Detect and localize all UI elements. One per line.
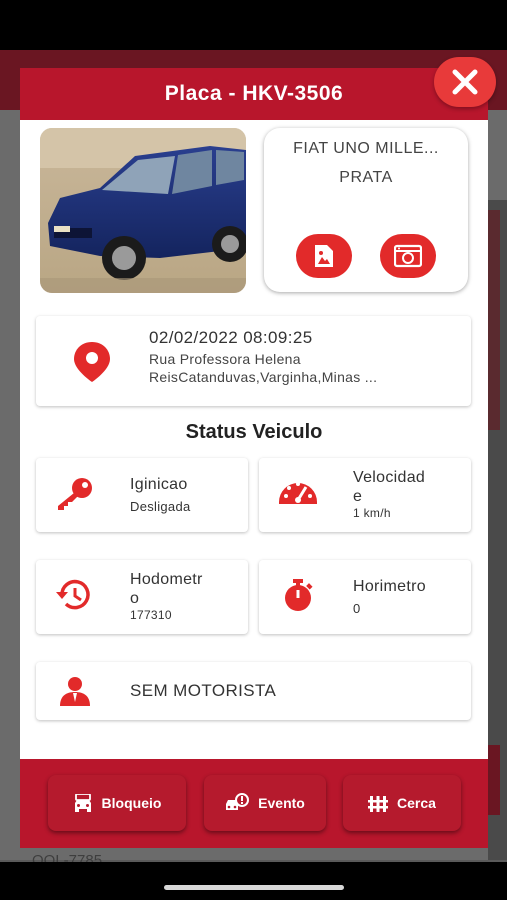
modal-title: Placa - HKV-3506 — [164, 82, 344, 105]
vehicle-info-card: FIAT UNO MILLE... PRATA — [264, 128, 468, 292]
status-title: Status Veiculo — [185, 421, 323, 443]
ignition-label: Iginicao — [130, 476, 188, 493]
odometer-value: 177310 — [130, 608, 172, 622]
driver-card[interactable]: SEM MOTORISTA — [36, 662, 471, 720]
fence-label: Cerca — [397, 795, 436, 811]
fence-button[interactable]: Cerca — [343, 775, 461, 831]
speed-card[interactable]: Velocidad e 1 km/h — [259, 458, 471, 532]
driver-icon — [60, 677, 90, 706]
driver-label: SEM MOTORISTA — [130, 681, 277, 700]
home-indicator[interactable] — [164, 885, 344, 890]
car-event-icon — [226, 793, 250, 810]
history-icon — [56, 579, 90, 610]
status-bar — [0, 0, 507, 50]
close-icon — [452, 69, 478, 95]
stopwatch-icon — [285, 579, 313, 611]
background-card-edge-red — [488, 210, 500, 430]
background-card-edge-red-bottom — [488, 745, 500, 815]
close-button[interactable] — [434, 57, 496, 107]
image-icon — [315, 245, 333, 267]
hourmeter-value: 0 — [353, 601, 361, 616]
location-pin-icon — [74, 342, 110, 382]
block-label: Bloqueio — [101, 795, 162, 811]
speed-value: 1 km/h — [353, 506, 391, 520]
vehicle-photo-image — [40, 128, 246, 293]
event-label: Evento — [258, 795, 305, 811]
vehicle-photo[interactable] — [40, 128, 246, 293]
location-address-line1: Rua Professora Helena — [149, 351, 301, 367]
odometer-label-line2: o — [130, 590, 140, 607]
modal-header: Placa - HKV-3506 — [20, 68, 488, 120]
photo-gallery-button[interactable] — [296, 234, 352, 278]
hourmeter-label: Horimetro — [353, 578, 426, 595]
event-button[interactable]: Evento — [204, 775, 326, 831]
location-card[interactable]: 02/02/2022 08:09:25 Rua Professora Helen… — [36, 316, 471, 406]
ignition-card[interactable]: Iginicao Desligada — [36, 458, 248, 532]
vehicle-model: FIAT UNO MILLE... — [293, 140, 439, 157]
bottom-bar — [0, 862, 507, 900]
odometer-label-line1: Hodometr — [130, 571, 203, 588]
action-footer: Bloqueio Evento Cerca — [20, 759, 488, 848]
speed-label-line1: Velocidad — [353, 469, 426, 486]
location-datetime: 02/02/2022 08:09:25 — [149, 328, 313, 347]
ignition-value: Desligada — [130, 499, 191, 514]
camera-icon — [394, 244, 422, 268]
block-button[interactable]: Bloqueio — [48, 775, 186, 831]
odometer-card[interactable]: Hodometr o 177310 — [36, 560, 248, 634]
key-icon — [58, 478, 92, 510]
hourmeter-card[interactable]: Horimetro 0 — [259, 560, 471, 634]
vehicle-modal: Placa - HKV-3506 FIAT UNO MILLE... PRATA… — [20, 68, 488, 848]
car-lock-icon — [74, 794, 91, 812]
speed-label-line2: e — [353, 488, 363, 505]
vehicle-color: PRATA — [339, 169, 393, 186]
camera-button[interactable] — [380, 234, 436, 278]
location-address-line2: ReisCatanduvas,Varginha,Minas ... — [149, 369, 378, 385]
fence-icon — [368, 796, 389, 812]
speedometer-icon — [279, 482, 317, 504]
